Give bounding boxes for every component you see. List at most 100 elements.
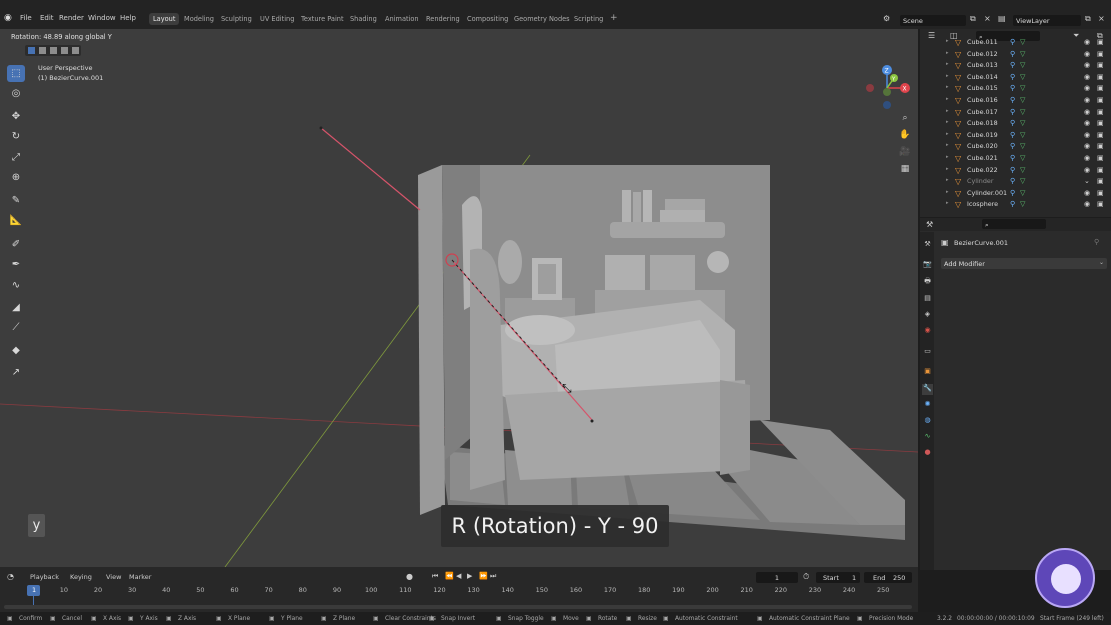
- tool-tab-icon[interactable]: ⚒: [922, 240, 933, 251]
- modifier-tab-icon[interactable]: 🔧: [922, 384, 933, 395]
- rotate-tool-icon[interactable]: ↻: [7, 128, 25, 145]
- pan-hand-icon[interactable]: ✋: [898, 130, 912, 144]
- radius-tool-icon[interactable]: ◢: [7, 299, 25, 316]
- expand-arrow-icon[interactable]: ▸: [946, 108, 949, 114]
- expand-arrow-icon[interactable]: ▸: [946, 73, 949, 79]
- outliner-item-name[interactable]: Cylinder: [967, 177, 993, 185]
- modifier-icon[interactable]: ⚲: [1010, 119, 1015, 127]
- properties-search-input[interactable]: ⌕: [982, 219, 1046, 229]
- outliner-item-name[interactable]: Cube.017: [967, 108, 998, 116]
- render-camera-icon[interactable]: ▣: [1097, 84, 1104, 92]
- expand-arrow-icon[interactable]: ▸: [946, 166, 949, 172]
- visibility-eye-icon[interactable]: ◉: [1084, 96, 1090, 104]
- new-scene-icon[interactable]: ⧉: [970, 14, 976, 24]
- cursor-tool-icon[interactable]: ◎: [7, 85, 25, 102]
- physics-tab-icon[interactable]: ◍: [922, 416, 933, 427]
- menu-window[interactable]: Window: [88, 14, 116, 22]
- render-camera-icon[interactable]: ▣: [1097, 61, 1104, 69]
- mode-intersect-icon[interactable]: [72, 47, 79, 54]
- render-camera-icon[interactable]: ▣: [1097, 131, 1104, 139]
- collection-tab-icon[interactable]: ▭: [922, 347, 933, 358]
- tab-animation[interactable]: Animation: [385, 15, 419, 23]
- visibility-eye-icon[interactable]: ◉: [1084, 61, 1090, 69]
- visibility-eye-icon[interactable]: ⌄: [1084, 177, 1090, 185]
- data-tab-icon[interactable]: ∿: [922, 432, 933, 443]
- menu-render[interactable]: Render: [59, 14, 84, 22]
- visibility-eye-icon[interactable]: ◉: [1084, 108, 1090, 116]
- expand-arrow-icon[interactable]: ▸: [946, 154, 949, 160]
- bezier-point[interactable]: [319, 126, 323, 130]
- expand-arrow-icon[interactable]: ▸: [946, 50, 949, 56]
- jump-start-icon[interactable]: ⏮: [432, 572, 438, 581]
- menu-help[interactable]: Help: [120, 14, 136, 22]
- outliner-item-name[interactable]: Cube.016: [967, 96, 998, 104]
- menu-edit[interactable]: Edit: [40, 14, 54, 22]
- mesh-data-icon[interactable]: ▽: [1020, 38, 1025, 46]
- visibility-eye-icon[interactable]: ◉: [1084, 119, 1090, 127]
- render-camera-icon[interactable]: ▣: [1097, 38, 1104, 46]
- mode-extend-icon[interactable]: [39, 47, 46, 54]
- visibility-eye-icon[interactable]: ◉: [1084, 142, 1090, 150]
- scene-selector[interactable]: Scene: [900, 15, 966, 26]
- mesh-data-icon[interactable]: ▽: [1020, 96, 1025, 104]
- mesh-data-icon[interactable]: ▽: [1020, 177, 1025, 185]
- mesh-data-icon[interactable]: ▽: [1020, 166, 1025, 174]
- modifier-icon[interactable]: ⚲: [1010, 189, 1015, 197]
- render-camera-icon[interactable]: ▣: [1097, 200, 1104, 208]
- menu-view[interactable]: View: [106, 573, 121, 581]
- mesh-data-icon[interactable]: ▽: [1020, 189, 1025, 197]
- pen-tool-icon[interactable]: ✒: [7, 256, 25, 273]
- randomize-tool-icon[interactable]: ◆: [7, 342, 25, 359]
- render-camera-icon[interactable]: ▣: [1097, 142, 1104, 150]
- visibility-eye-icon[interactable]: ◉: [1084, 189, 1090, 197]
- pin-icon[interactable]: ⚲: [1094, 238, 1099, 246]
- modifier-icon[interactable]: ⚲: [1010, 61, 1015, 69]
- object-tab-icon[interactable]: ▣: [922, 367, 933, 378]
- modifier-icon[interactable]: ⚲: [1010, 108, 1015, 116]
- modifier-icon[interactable]: ⚲: [1010, 166, 1015, 174]
- render-camera-icon[interactable]: ▣: [1097, 154, 1104, 162]
- expand-arrow-icon[interactable]: ▸: [946, 131, 949, 137]
- 3d-viewport[interactable]: ⤡: [0, 29, 918, 567]
- tab-geometry-nodes[interactable]: Geometry Nodes: [514, 15, 570, 23]
- timeline-scrollbar[interactable]: [4, 605, 912, 609]
- new-viewlayer-icon[interactable]: ⧉: [1085, 14, 1091, 24]
- modifier-icon[interactable]: ⚲: [1010, 177, 1015, 185]
- outliner-item-name[interactable]: Cube.014: [967, 73, 998, 81]
- mesh-data-icon[interactable]: ▽: [1020, 61, 1025, 69]
- modifier-icon[interactable]: ⚲: [1010, 38, 1015, 46]
- prev-keyframe-icon[interactable]: ⏪: [445, 572, 454, 580]
- tab-rendering[interactable]: Rendering: [426, 15, 460, 23]
- next-keyframe-icon[interactable]: ⏩: [479, 572, 488, 580]
- expand-arrow-icon[interactable]: ▸: [946, 61, 949, 67]
- grid-view-icon[interactable]: ▦: [898, 164, 912, 178]
- visibility-eye-icon[interactable]: ◉: [1084, 166, 1090, 174]
- expand-arrow-icon[interactable]: ▸: [946, 177, 949, 183]
- expand-arrow-icon[interactable]: ▸: [946, 189, 949, 195]
- menu-playback[interactable]: Playback: [30, 573, 59, 581]
- mesh-data-icon[interactable]: ▽: [1020, 200, 1025, 208]
- expand-arrow-icon[interactable]: ▸: [946, 119, 949, 125]
- tab-modeling[interactable]: Modeling: [184, 15, 214, 23]
- gizmo-neg-y-axis[interactable]: [883, 88, 891, 96]
- tilt-tool-icon[interactable]: ⟋: [7, 319, 25, 336]
- play-reverse-icon[interactable]: ◀: [456, 572, 461, 580]
- remove-viewlayer-icon[interactable]: ×: [1098, 14, 1105, 23]
- expand-arrow-icon[interactable]: ▸: [946, 84, 949, 90]
- modifier-icon[interactable]: ⚲: [1010, 142, 1015, 150]
- visibility-eye-icon[interactable]: ◉: [1084, 50, 1090, 58]
- material-tab-icon[interactable]: ●: [922, 448, 933, 459]
- move-tool-icon[interactable]: ✥: [7, 108, 25, 125]
- bezier-point[interactable]: [590, 419, 594, 423]
- outliner-item-name[interactable]: Cube.022: [967, 166, 998, 174]
- mode-subtract-icon[interactable]: [50, 47, 57, 54]
- tab-compositing[interactable]: Compositing: [467, 15, 508, 23]
- draw-tool-icon[interactable]: ✐: [7, 236, 25, 253]
- outliner-item-name[interactable]: Cube.020: [967, 142, 998, 150]
- modifier-icon[interactable]: ⚲: [1010, 96, 1015, 104]
- remove-scene-icon[interactable]: ×: [984, 14, 991, 23]
- mesh-data-icon[interactable]: ▽: [1020, 73, 1025, 81]
- tab-scripting[interactable]: Scripting: [574, 15, 603, 23]
- tab-sculpting[interactable]: Sculpting: [221, 15, 252, 23]
- gizmo-neg-x-axis[interactable]: [866, 84, 874, 92]
